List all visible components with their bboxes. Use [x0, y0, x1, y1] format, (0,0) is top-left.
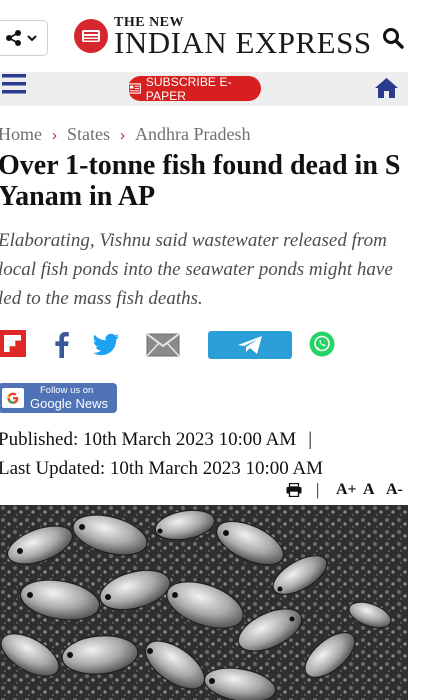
published-date: Published: 10th March 2023 10:00 AM [0, 429, 297, 450]
site-header: THE NEW INDIAN EXPRESS [0, 0, 421, 72]
chevron-down-icon [27, 35, 37, 42]
flipboard-icon[interactable] [0, 330, 26, 357]
meta-separator: | [308, 429, 313, 450]
article-photo [0, 505, 408, 700]
subscribe-epaper-button[interactable]: SUBSCRIBE E-PAPER [128, 74, 261, 103]
newspaper-icon [128, 83, 141, 94]
font-increase-button[interactable]: A+ [336, 481, 357, 499]
dead-fish-photo [0, 505, 408, 700]
google-news-follow-button[interactable]: Follow us on Google News [0, 383, 117, 413]
tools-separator: | [316, 480, 320, 499]
twitter-icon[interactable] [92, 333, 120, 357]
breadcrumb-andhra-pradesh[interactable]: Andhra Pradesh [135, 124, 250, 144]
print-icon[interactable] [286, 483, 302, 497]
font-normal-button[interactable]: A [363, 481, 375, 499]
search-icon[interactable] [382, 27, 404, 49]
article-summary: Elaborating, Vishnu said wastewater rele… [0, 230, 393, 309]
breadcrumb-separator: › [120, 127, 125, 144]
logo-main-text: INDIAN EXPRESS [114, 25, 372, 60]
whatsapp-icon[interactable] [309, 331, 335, 357]
facebook-icon[interactable] [52, 330, 70, 358]
share-button[interactable] [0, 20, 48, 56]
breadcrumb: Home › States › Andhra Pradesh [0, 124, 250, 145]
email-icon[interactable] [146, 333, 180, 357]
last-updated-date: Last Updated: 10th March 2023 10:00 AM [0, 458, 324, 479]
subscribe-epaper-label: SUBSCRIBE E-PAPER [145, 74, 232, 103]
telegram-icon[interactable] [208, 331, 292, 359]
home-icon[interactable] [374, 77, 399, 99]
article-meta: Published: 10th March 2023 10:00 AM | Las… [0, 425, 323, 483]
breadcrumb-home[interactable]: Home [0, 124, 42, 144]
article-tools: | A+ A A- [286, 480, 410, 501]
breadcrumb-separator: › [52, 127, 57, 144]
site-logo[interactable]: THE NEW INDIAN EXPRESS [74, 15, 371, 60]
menu-icon[interactable] [2, 73, 28, 95]
font-decrease-button[interactable]: A- [386, 481, 403, 499]
google-news-line2: Google News [30, 396, 109, 411]
logo-emblem [74, 19, 108, 53]
google-icon [2, 388, 24, 408]
breadcrumb-states[interactable]: States [67, 124, 110, 144]
google-news-line1: Follow us on [40, 385, 94, 396]
share-icon [6, 30, 21, 46]
article-title: Over 1-tonne fish found dead in S Yanam … [0, 150, 401, 212]
